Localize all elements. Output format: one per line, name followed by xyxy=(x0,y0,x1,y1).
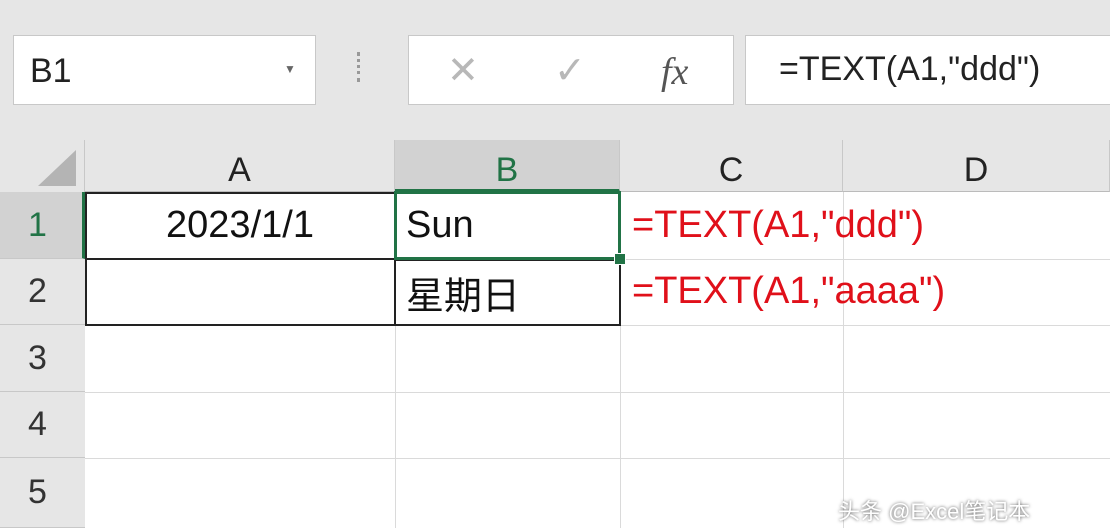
fx-icon[interactable]: fx xyxy=(661,50,688,94)
formula-buttons: ✕ ✓ fx xyxy=(408,35,734,105)
row-header-2[interactable]: 2 xyxy=(0,259,85,325)
row-header-4[interactable]: 4 xyxy=(0,392,85,458)
row-header-3[interactable]: 3 xyxy=(0,325,85,392)
row-header-1[interactable]: 1 xyxy=(0,192,85,259)
annotation-aaaa: =TEXT(A1,"aaaa") xyxy=(632,270,946,312)
splitter-handle[interactable] xyxy=(357,52,364,82)
column-header-b[interactable]: B xyxy=(395,140,620,192)
enter-icon[interactable]: ✓ xyxy=(554,48,586,93)
chevron-down-icon[interactable]: ▼ xyxy=(284,62,296,76)
formula-toolbar: B1 ▼ ✕ ✓ fx =TEXT(A1,"ddd") xyxy=(0,0,1110,140)
name-box[interactable]: B1 ▼ xyxy=(13,35,316,105)
fill-handle[interactable] xyxy=(614,253,626,265)
select-all-icon xyxy=(38,150,76,186)
gridline xyxy=(620,259,1110,260)
cancel-icon[interactable]: ✕ xyxy=(447,48,479,93)
gridline xyxy=(620,325,1110,326)
name-box-value: B1 xyxy=(30,52,72,90)
cell-b2[interactable]: 星期日 xyxy=(394,259,621,326)
watermark: 头条 @Excel笔记本 xyxy=(838,499,1031,524)
column-header-d[interactable]: D xyxy=(843,140,1110,192)
select-all-button[interactable] xyxy=(0,140,85,192)
column-header-c[interactable]: C xyxy=(620,140,843,192)
formula-input[interactable]: =TEXT(A1,"ddd") xyxy=(745,35,1110,105)
annotation-ddd: =TEXT(A1,"ddd") xyxy=(632,204,925,246)
formula-text: =TEXT(A1,"ddd") xyxy=(779,50,1041,88)
gridline xyxy=(395,325,396,528)
row-header-5[interactable]: 5 xyxy=(0,458,85,528)
column-header-a[interactable]: A xyxy=(85,140,395,192)
cell-a1[interactable]: 2023/1/1 xyxy=(85,192,395,259)
gridline xyxy=(85,392,1110,393)
cell-b1-selected[interactable]: Sun xyxy=(394,191,621,260)
gridline xyxy=(85,458,1110,459)
